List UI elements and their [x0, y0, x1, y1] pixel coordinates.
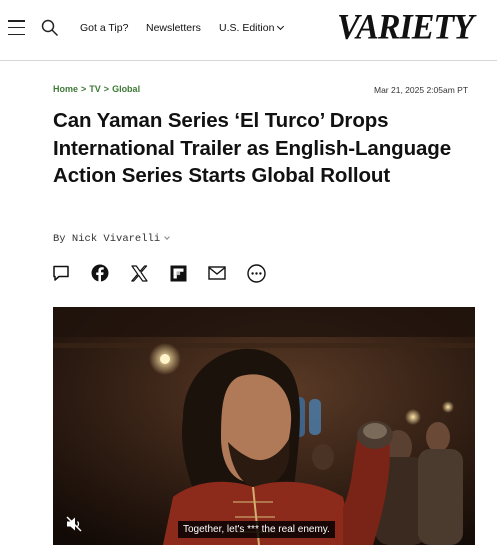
breadcrumb-separator: > — [103, 84, 110, 94]
got-a-tip-link[interactable]: Got a Tip? — [80, 22, 128, 34]
menu-icon[interactable] — [8, 20, 25, 35]
logo-text: VARIETY — [337, 8, 474, 47]
breadcrumb-tv[interactable]: TV — [89, 84, 101, 94]
edition-dropdown[interactable]: U.S. Edition — [219, 22, 285, 34]
chevron-down-icon[interactable] — [164, 234, 170, 240]
variety-logo[interactable]: VARIETY — [337, 6, 474, 50]
breadcrumb-home[interactable]: Home — [53, 84, 78, 94]
video-player[interactable]: Together, let's *** the real enemy. — [53, 307, 475, 545]
search-icon[interactable] — [41, 19, 59, 37]
author-link[interactable]: Nick Vivarelli — [72, 233, 160, 245]
video-frame-image — [53, 307, 475, 545]
breadcrumb-global[interactable]: Global — [112, 84, 140, 94]
newsletters-link[interactable]: Newsletters — [146, 22, 201, 34]
comment-icon[interactable] — [51, 263, 71, 283]
more-icon[interactable] — [246, 263, 266, 283]
facebook-icon[interactable] — [90, 263, 110, 283]
publish-timestamp: Mar 21, 2025 2:05am PT — [374, 85, 469, 95]
byline-prefix: By — [53, 233, 66, 245]
article-headline: Can Yaman Series ‘El Turco’ Drops Intern… — [53, 109, 452, 187]
email-icon[interactable] — [207, 263, 227, 283]
byline: By Nick Vivarelli — [53, 233, 170, 245]
x-icon[interactable] — [129, 263, 149, 283]
mute-icon[interactable] — [65, 515, 83, 533]
site-header: Got a Tip? Newsletters U.S. Edition VARI… — [0, 0, 497, 61]
edition-label: U.S. Edition — [219, 22, 275, 34]
breadcrumb-separator: > — [81, 84, 87, 94]
breadcrumb: Home > TV > Global — [53, 84, 140, 94]
flipboard-icon[interactable] — [168, 263, 188, 283]
chevron-down-icon — [277, 22, 285, 31]
video-caption: Together, let's *** the real enemy. — [178, 521, 335, 538]
